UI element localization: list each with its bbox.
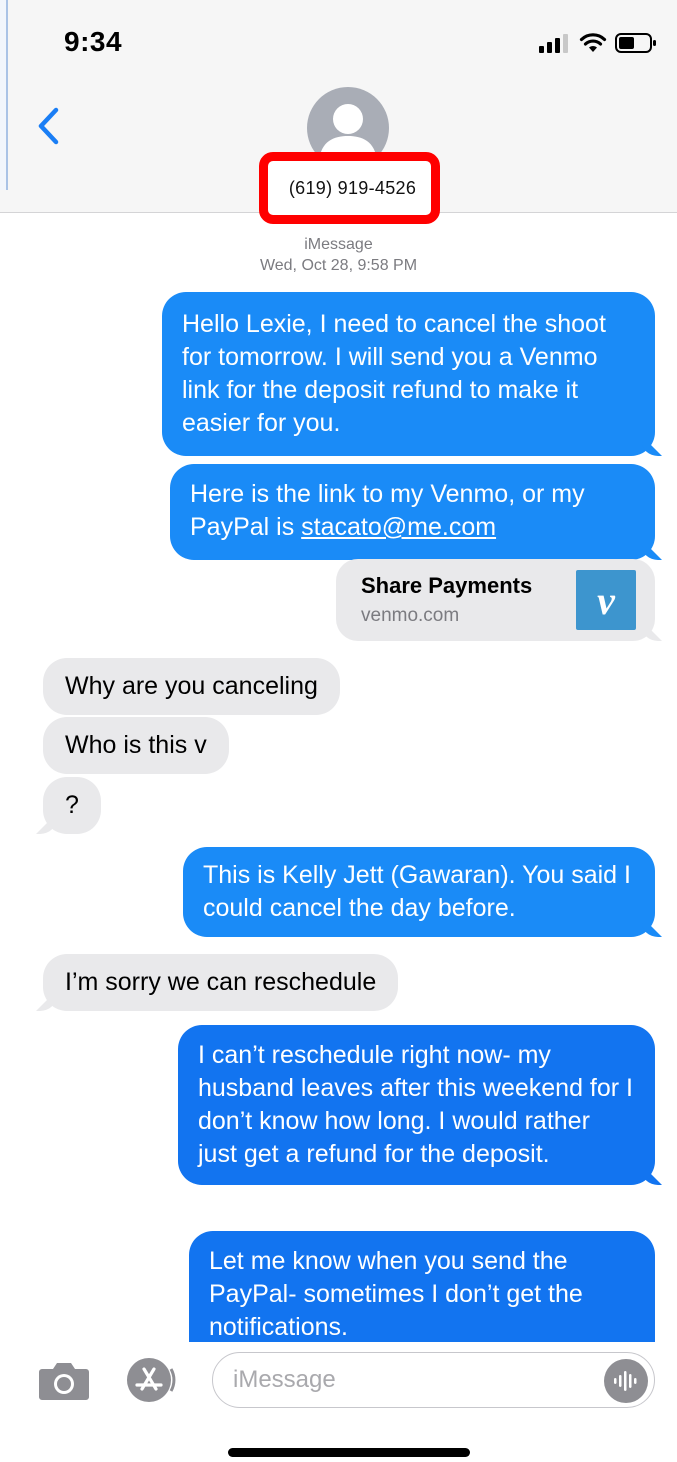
contact-number: (619) 919-4526 (288, 177, 417, 198)
audio-message-button[interactable] (604, 1359, 648, 1403)
incoming-message[interactable]: ? (43, 777, 101, 834)
conversation-header: 9:34 (619) 919-4526 (0, 0, 677, 224)
venmo-link-preview[interactable]: Share Payments venmo.com v (336, 559, 655, 641)
message-text: This is Kelly Jett (Gawaran). You said I… (203, 861, 631, 922)
message-text: Who is this v (65, 731, 207, 759)
link-preview-title: Share Payments (361, 573, 533, 598)
left-edge-strip (0, 0, 8, 190)
battery-icon (615, 32, 657, 59)
email-link[interactable]: stacato@me.com (301, 513, 496, 541)
message-text: I’m sorry we can reschedule (65, 968, 377, 996)
outgoing-message[interactable]: This is Kelly Jett (Gawaran). You said I… (183, 847, 655, 937)
wifi-icon (579, 32, 607, 59)
contact-number-highlight[interactable]: (619) 919-4526 (259, 152, 440, 224)
link-preview-domain: venmo.com (361, 605, 460, 626)
outgoing-message[interactable]: I can’t reschedule right now- my husband… (178, 1025, 655, 1185)
imessage-input[interactable] (212, 1352, 655, 1408)
message-text: Why are you canceling (65, 672, 318, 700)
status-time: 9:34 (64, 26, 123, 57)
cellular-signal-icon (539, 33, 571, 58)
service-label: iMessage (304, 236, 373, 253)
chevron-left-icon (38, 107, 59, 145)
app-store-icon (127, 1358, 176, 1402)
camera-icon (39, 1363, 89, 1400)
message-text: ? (65, 791, 79, 819)
status-icons (539, 32, 657, 59)
venmo-logo-icon: v (576, 570, 636, 630)
message-text: Let me know when you send the PayPal- so… (209, 1247, 583, 1341)
outgoing-message[interactable]: Here is the link to my Venmo, or my PayP… (170, 464, 655, 560)
camera-button[interactable] (38, 1361, 90, 1401)
incoming-message[interactable]: Why are you canceling (43, 658, 340, 715)
message-text: Hello Lexie, I need to cancel the shoot … (182, 310, 606, 437)
incoming-message[interactable]: Who is this v (43, 717, 229, 774)
outgoing-message[interactable]: Hello Lexie, I need to cancel the shoot … (162, 292, 655, 456)
app-store-button[interactable] (124, 1355, 182, 1405)
home-indicator (228, 1448, 470, 1457)
back-button[interactable] (36, 106, 60, 146)
thread-timestamp: Wed, Oct 28, 9:58 PM (259, 257, 418, 274)
incoming-message[interactable]: I’m sorry we can reschedule (43, 954, 399, 1011)
message-text: I can’t reschedule right now- my husband… (198, 1041, 633, 1168)
audio-waveform-icon (614, 1371, 637, 1391)
